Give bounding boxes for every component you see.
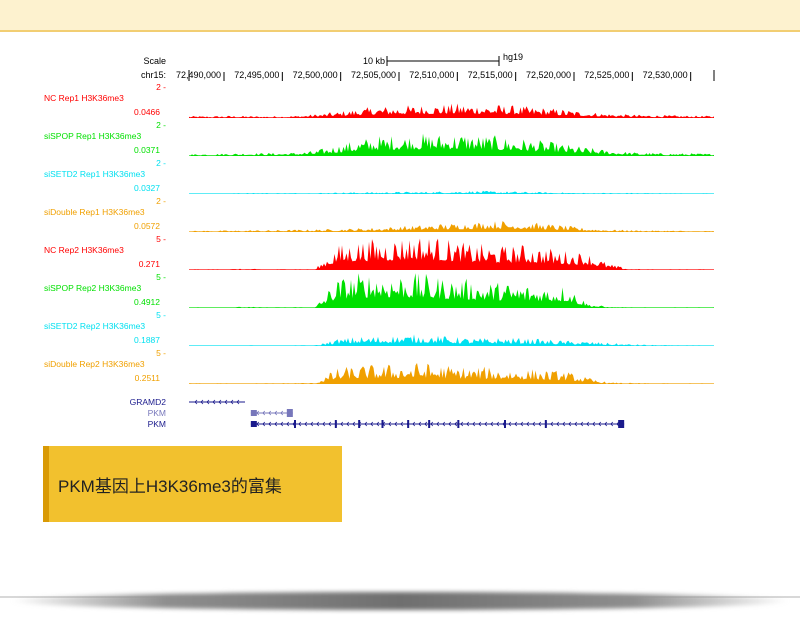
scale-label: Scale	[143, 56, 166, 66]
assembly-label: hg19	[503, 52, 523, 62]
track-ymax-label: 5 -	[156, 272, 166, 282]
track-name: siSETD2 Rep1 H3K36me3	[44, 169, 145, 179]
track-name: siDouble Rep1 H3K36me3	[44, 207, 145, 217]
gene-exon	[358, 420, 361, 428]
browser-header: Scale 10 kb hg19 chr15: 72,490,000 72,495…	[141, 52, 715, 81]
gene-exon	[334, 420, 337, 428]
track-ymax-label: 5 -	[156, 348, 166, 358]
signal-tracks: NC Rep1 H3K36me3 2 - 0.0466 siSPOP Rep1 H3K…	[44, 82, 714, 384]
track-ymax-label: 2 -	[156, 82, 166, 92]
track-name: NC Rep2 H3K36me3	[44, 245, 124, 255]
top-band	[0, 0, 800, 32]
track-ymin-label: 0.271	[139, 259, 161, 269]
track-ymax-label: 5 -	[156, 310, 166, 320]
gene-exon	[250, 421, 257, 427]
gene-exon	[286, 409, 293, 417]
gene-gramd2-1: GRAMD2	[130, 397, 245, 407]
track-signal	[189, 133, 714, 156]
track-2: siSPOP Rep1 H3K36me3 2 - 0.0371	[44, 120, 714, 156]
track-name: siDouble Rep2 H3K36me3	[44, 359, 145, 369]
gene-pkm-3: PKM	[148, 419, 625, 428]
gene-label: GRAMD2	[130, 397, 167, 407]
track-name: NC Rep1 H3K36me3	[44, 93, 124, 103]
track-signal	[189, 221, 714, 232]
track-signal	[189, 238, 714, 270]
gene-exon	[381, 420, 384, 428]
track-signal	[189, 103, 714, 118]
track-ymin-label: 0.0572	[134, 221, 160, 231]
track-ymax-label: 2 -	[156, 158, 166, 168]
gene-label: PKM	[148, 419, 166, 428]
x-tick-label: 72,505,000	[351, 70, 396, 80]
track-name: siSPOP Rep2 H3K36me3	[44, 283, 141, 293]
x-tick-label: 72,520,000	[526, 70, 571, 80]
track-7: siSETD2 Rep2 H3K36me3 5 - 0.1887	[44, 310, 714, 346]
gene-exon	[457, 420, 460, 428]
x-tick-label: 72,510,000	[409, 70, 454, 80]
caption-accent-bar	[43, 446, 49, 522]
x-tick-label: 72,495,000	[234, 70, 279, 80]
x-tick-label: 72,515,000	[468, 70, 513, 80]
track-3: siSETD2 Rep1 H3K36me3 2 - 0.0327	[44, 158, 714, 194]
x-tick-label: 72,500,000	[293, 70, 338, 80]
track-ymax-label: 2 -	[156, 196, 166, 206]
track-ymin-label: 0.0371	[134, 145, 160, 155]
track-signal	[189, 273, 714, 308]
gene-exon	[618, 420, 625, 428]
track-signal	[189, 190, 714, 194]
track-signal	[189, 334, 714, 346]
chromosome-label: chr15:	[141, 70, 166, 80]
gene-exon	[428, 420, 431, 428]
gene-label: PKM	[148, 408, 166, 418]
track-ymin-label: 0.0327	[134, 183, 160, 193]
track-6: siSPOP Rep2 H3K36me3 5 - 0.4912	[44, 272, 714, 308]
bottom-shadow	[10, 592, 790, 610]
track-ymin-label: 0.2511	[135, 373, 161, 383]
track-ymax-label: 2 -	[156, 120, 166, 130]
figure-caption: PKM基因上H3K36me3的富集	[58, 477, 282, 496]
gene-exon	[250, 410, 257, 416]
gene-exon	[544, 420, 547, 428]
x-tick-label: 72,525,000	[584, 70, 629, 80]
track-ymin-label: 0.1887	[134, 335, 160, 345]
genome-browser-chart: Scale 10 kb hg19 chr15: 72,490,000 72,495…	[44, 52, 715, 428]
x-axis-ticks: 72,490,000 72,495,000 72,500,000 72,505,000…	[176, 70, 715, 81]
track-8: siDouble Rep2 H3K36me3 5 - 0.2511	[44, 348, 714, 384]
track-signal	[189, 363, 714, 384]
gene-annotations: GRAMD2PKMPKM	[130, 397, 625, 428]
track-ymin-label: 0.0466	[134, 107, 160, 117]
x-tick-label: 72,490,000	[176, 70, 221, 80]
x-tick-label: 72,530,000	[643, 70, 688, 80]
gene-exon	[504, 420, 506, 428]
gene-exon	[407, 420, 410, 428]
track-4: siDouble Rep1 H3K36me3 2 - 0.0572	[44, 196, 714, 232]
track-ymin-label: 0.4912	[134, 297, 160, 307]
track-5: NC Rep2 H3K36me3 5 - 0.271	[44, 234, 714, 270]
track-1: NC Rep1 H3K36me3 2 - 0.0466	[44, 82, 714, 118]
scale-bar-label: 10 kb	[363, 56, 385, 66]
track-name: siSETD2 Rep2 H3K36me3	[44, 321, 145, 331]
track-name: siSPOP Rep1 H3K36me3	[44, 131, 141, 141]
track-ymax-label: 5 -	[156, 234, 166, 244]
gene-exon	[294, 420, 296, 428]
gene-pkm-2: PKM	[148, 408, 293, 418]
